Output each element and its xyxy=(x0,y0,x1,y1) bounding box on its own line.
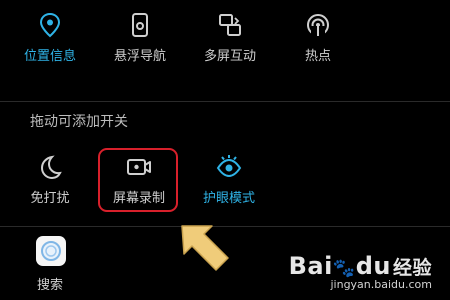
toggle-label: 多屏互动 xyxy=(203,49,256,64)
toggle-label: 热点 xyxy=(304,49,331,64)
floating-nav-icon xyxy=(132,13,148,37)
arrow-icon xyxy=(181,225,229,271)
toggle-label: 免打扰 xyxy=(30,191,70,206)
toggle-hotspot[interactable]: 热点 xyxy=(273,0,363,70)
toggle-eye-comfort[interactable]: 护眼模式 xyxy=(184,142,274,212)
toggle-label: 护眼模式 xyxy=(202,191,255,206)
section-divider xyxy=(0,101,450,102)
toggle-label: 位置信息 xyxy=(23,49,76,64)
multi-screen-icon xyxy=(219,14,241,36)
toggle-label: 悬浮导航 xyxy=(113,49,166,64)
search-app-icon xyxy=(36,236,66,266)
eye-icon xyxy=(216,155,242,178)
highlight-box xyxy=(98,148,178,212)
watermark: Bai🐾du 经验 jingyan.baidu.com xyxy=(289,252,432,291)
toggle-multi-screen[interactable]: 多屏互动 xyxy=(185,0,275,70)
toggle-do-not-disturb[interactable]: 免打扰 xyxy=(5,142,95,212)
toggle-location[interactable]: 位置信息 xyxy=(5,0,95,70)
moon-icon xyxy=(40,155,62,180)
section-title: 拖动可添加开关 xyxy=(30,114,128,130)
paw-icon: 🐾 xyxy=(332,258,356,279)
app-label: 搜索 xyxy=(36,278,63,293)
toggle-floating-nav[interactable]: 悬浮导航 xyxy=(95,0,185,70)
hotspot-icon xyxy=(307,14,329,38)
location-pin-icon xyxy=(39,12,61,38)
baidu-logo: Bai🐾du 经验 xyxy=(288,252,432,280)
